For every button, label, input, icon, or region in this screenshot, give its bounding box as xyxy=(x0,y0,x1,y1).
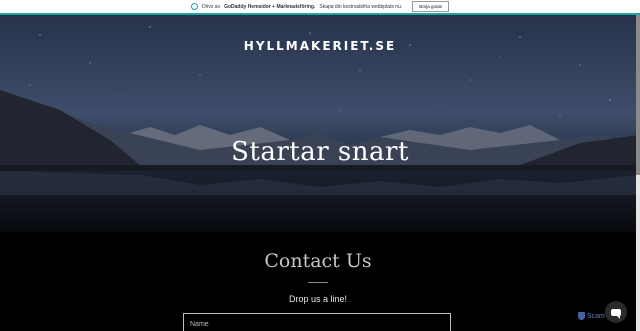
site-title[interactable]: HYLLMAKERIET.SE xyxy=(0,39,640,53)
chat-bubble-icon xyxy=(611,308,621,319)
hero-section: HYLLMAKERIET.SE Startar snart xyxy=(0,15,640,232)
scrollbar-thumb[interactable] xyxy=(636,15,640,175)
promo-bar: Drivs av GoDaddy Hemsidor + Marknadsföri… xyxy=(0,0,640,15)
contact-heading: Contact Us xyxy=(264,250,372,272)
security-badge[interactable]: Scam xyxy=(578,312,605,320)
promo-prefix: Drivs av xyxy=(202,3,221,10)
divider xyxy=(308,282,328,283)
chat-button[interactable] xyxy=(605,301,627,323)
contact-subheading: Drop us a line! xyxy=(288,294,348,304)
contact-section: Contact Us Drop us a line! xyxy=(0,232,636,331)
godaddy-icon xyxy=(191,3,199,10)
promo-brand-link[interactable]: GoDaddy Hemsidor + Marknadsföring. xyxy=(224,4,315,10)
name-field[interactable] xyxy=(183,313,451,331)
hero-heading: Startar snart xyxy=(231,137,409,167)
security-badge-label: Scam xyxy=(587,312,605,320)
start-free-button[interactable]: Börja gratis xyxy=(412,1,449,12)
promo-suffix: Skapa din kostnadsfria webbplats nu. xyxy=(319,3,403,10)
shield-icon xyxy=(578,312,585,320)
